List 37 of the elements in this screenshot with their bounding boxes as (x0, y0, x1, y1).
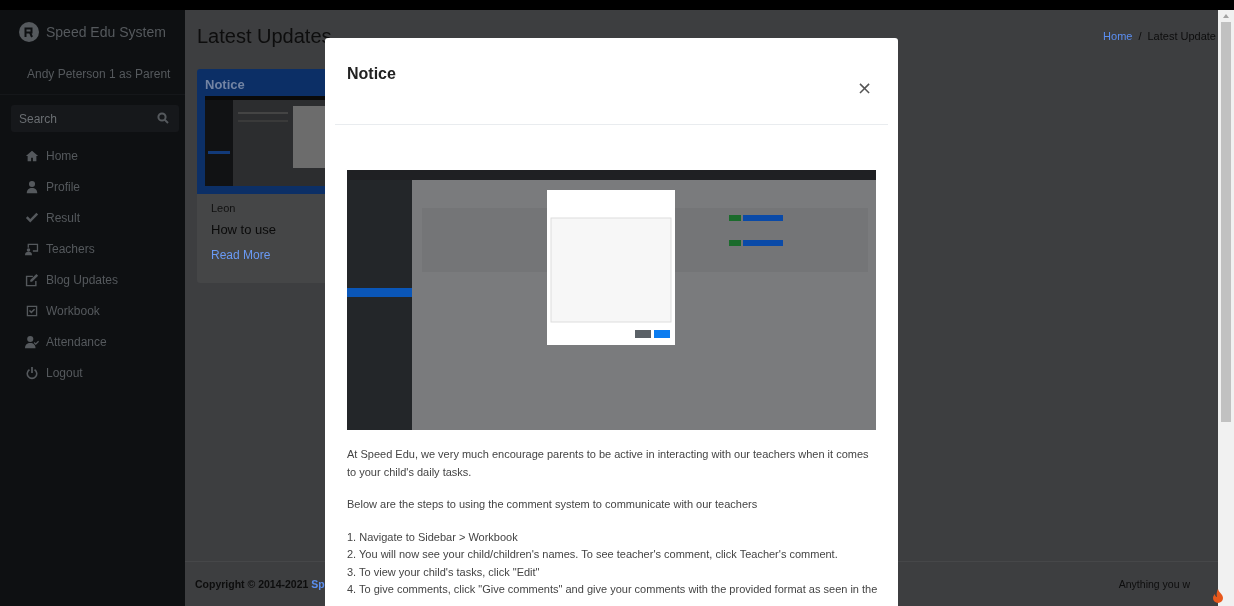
user-name: Andy Peterson 1 as Parent (0, 46, 185, 95)
logo-icon (19, 22, 39, 42)
user-check-icon (25, 334, 39, 349)
step-text: 3. To view your child's tasks, click "Edit" (347, 564, 541, 580)
step-text: 1. Navigate to Sidebar > Workbook (347, 529, 519, 545)
scrollbar[interactable] (1218, 10, 1234, 606)
paragraph: At Speed Edu, we very much encourage parents to be active in interacting with our teachers when it comes to your child's daily tasks. (347, 447, 870, 480)
breadcrumb-link[interactable]: Home (1103, 30, 1133, 42)
brand-name: Speed Edu System (46, 24, 166, 40)
home-icon (25, 148, 39, 163)
power-icon (25, 365, 39, 380)
checkbox-icon (25, 303, 39, 318)
copyright-link[interactable]: Sp (311, 578, 325, 590)
user-icon (25, 179, 39, 194)
nav-item[interactable]: Profile (0, 171, 185, 202)
teacher-board-icon (25, 241, 39, 256)
read-more-link[interactable]: Read More (211, 248, 271, 262)
edit-icon (25, 272, 39, 287)
step-text: 4. To give comments, click "Give comments" and give your comments with the provided format as seen in the (347, 582, 876, 597)
nav-item[interactable]: Blog Updates (0, 264, 185, 295)
nav-item[interactable]: Attendance (0, 326, 185, 357)
nav-item[interactable]: Logout (0, 357, 185, 388)
flame-icon[interactable] (1211, 588, 1225, 604)
paragraph: Below are the steps to using the comment system to communicate with our teachers (347, 497, 759, 512)
nav-item[interactable]: Home (0, 140, 185, 171)
check-icon (25, 210, 39, 225)
breadcrumb-separator: / (1138, 30, 1142, 42)
scrollbar-thumb[interactable] (1221, 22, 1231, 422)
nav-item[interactable]: Result (0, 202, 185, 233)
scroll-up-icon[interactable] (1223, 14, 1229, 18)
nav-item[interactable]: Workbook (0, 295, 185, 326)
search-field[interactable]: Search (11, 105, 179, 132)
step-text: 2. You will now see your child/children's names. To see teacher's comment, click Teacher's comment. (347, 547, 839, 562)
nav-item[interactable]: Teachers (0, 233, 185, 264)
search-icon[interactable] (157, 112, 169, 124)
close-button[interactable]: × (852, 75, 876, 99)
card-title: How to use (211, 222, 278, 237)
